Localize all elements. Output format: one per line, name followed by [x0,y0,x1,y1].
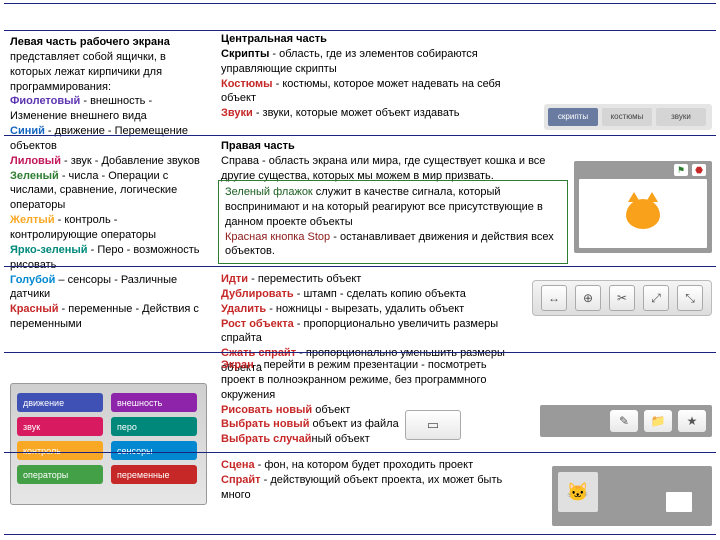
right-title: Правая часть [221,139,562,154]
color-name: Лиловый [10,155,61,167]
folder-icon: 📁 [644,410,672,432]
tabs-image: скрипты костюмы звуки [544,104,712,130]
stamp-icon: ⊕ [575,285,601,311]
tab-sounds: звуки [656,108,706,126]
paint-icon: ✎ [610,410,638,432]
new-object-buttons-image: ✎ 📁 ★ [540,405,712,437]
random-icon: ★ [678,410,706,432]
cat-sensing: сенсоры [111,441,197,460]
cat-pen: перо [111,417,197,436]
color-name: Зеленый [10,170,59,182]
left-intro-rest: представляет собой ящички, в которых леж… [10,51,166,93]
cat-sprite-icon [626,199,660,229]
color-name: Голубой [10,274,55,286]
center-title: Центральная часть [221,32,532,47]
cat-operators: операторы [17,465,103,484]
cat-vars: переменные [111,465,197,484]
categories-palette-image: движение внешность звук перо контроль се… [10,383,207,505]
cat-sound: звук [17,417,103,436]
cat-move: движение [17,393,103,412]
color-name: Фиолетовый [10,95,80,107]
color-name: Желтый [10,214,55,226]
toolbar-image: ↔ ⊕ ✂ ⤢ ⤡ [532,280,712,316]
stop-icon: ⬣ [692,164,706,176]
color-name: Красный [10,303,58,315]
color-name: Ярко-зеленый [10,244,88,256]
stage-thumb-icon [666,492,692,512]
shrink-icon: ⤡ [677,285,703,311]
move-icon: ↔ [541,285,567,311]
cat-looks: внешность [111,393,197,412]
cat-control: контроль [17,441,103,460]
stage-image: ⚑ ⬣ [574,161,712,253]
presentation-button-image: ▭ [405,410,461,440]
green-flag-icon: ⚑ [674,164,688,176]
grow-icon: ⤢ [643,285,669,311]
sprites-panel-image: 🐱 [552,466,712,526]
tab-scripts: скрипты [548,108,598,126]
scissors-icon: ✂ [609,285,635,311]
left-intro-bold: Левая часть рабочего экрана [10,36,170,48]
color-desc: - звук - Добавление звуков [61,155,200,167]
tab-costumes: костюмы [602,108,652,126]
left-panel: Левая часть рабочего экрана представляет… [10,35,205,332]
sprite-thumb-icon: 🐱 [558,472,598,512]
greenflag-box: Зеленый флажок служит в качестве сигнала… [218,180,568,264]
